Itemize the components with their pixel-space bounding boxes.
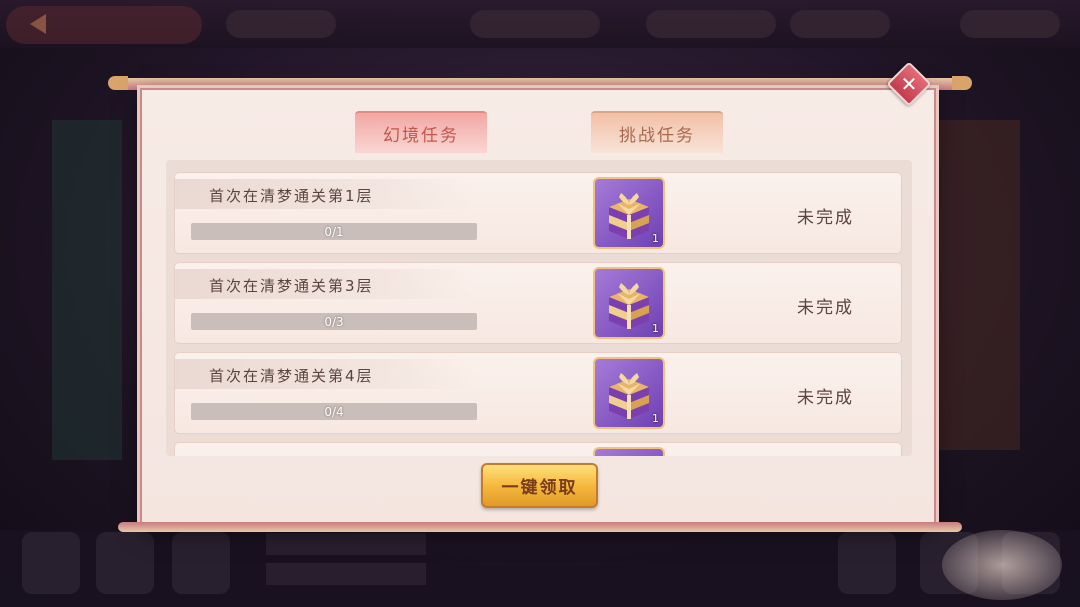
task-status: 未完成 xyxy=(797,298,854,318)
task-title: 首次在清梦通关第1层 xyxy=(209,187,374,205)
background-chip xyxy=(960,10,1060,38)
dialog-bottom-border xyxy=(118,522,962,532)
dialog-corner-ornament xyxy=(108,76,128,90)
background-left-panel xyxy=(52,120,122,460)
background-info-strip xyxy=(266,533,426,555)
flower-ornament xyxy=(942,530,1062,600)
reward-count: 1 xyxy=(652,322,659,335)
task-title: 首次在清梦通关第3层 xyxy=(209,277,374,295)
task-progress-bar: 0/4 xyxy=(191,403,477,420)
tab-challenge-tasks[interactable]: 挑战任务 xyxy=(591,111,723,153)
progress-text: 0/3 xyxy=(324,314,344,329)
task-row: 首次在清梦通关第1层 0/1 1 未完成 xyxy=(174,172,902,254)
background-info-strip xyxy=(266,563,426,585)
task-list[interactable]: 首次在清梦通关第1层 0/1 1 未完成 首次在清梦通关第3层 0/3 1 未完… xyxy=(166,160,912,456)
claim-all-button[interactable]: 一键领取 xyxy=(481,463,598,508)
progress-text: 0/4 xyxy=(324,404,344,419)
task-progress-bar: 0/1 xyxy=(191,223,477,240)
task-row: 首次在清梦通关第4层 0/4 1 未完成 xyxy=(174,352,902,434)
reward-item[interactable]: 1 xyxy=(593,177,665,249)
background-chip xyxy=(470,10,600,38)
close-icon[interactable]: ✕ xyxy=(893,68,925,100)
reward-count: 1 xyxy=(652,412,659,425)
task-title: 首次在清梦通关第4层 xyxy=(209,367,374,385)
background-bottom-bar xyxy=(0,530,1080,607)
reward-count: 1 xyxy=(652,232,659,245)
background-back-arrow-icon xyxy=(30,14,46,34)
reward-item[interactable]: 1 xyxy=(593,357,665,429)
task-status: 未完成 xyxy=(797,388,854,408)
tab-illusion-tasks[interactable]: 幻境任务 xyxy=(355,111,487,153)
gift-box-icon xyxy=(609,373,649,419)
background-menu-icon xyxy=(96,532,154,594)
task-row xyxy=(174,442,902,456)
task-progress-bar: 0/3 xyxy=(191,313,477,330)
background-chip xyxy=(646,10,776,38)
reward-item[interactable]: 1 xyxy=(593,267,665,339)
background-menu-icon xyxy=(22,532,80,594)
background-menu-icon xyxy=(838,532,896,594)
progress-text: 0/1 xyxy=(324,224,344,239)
gift-box-icon xyxy=(609,283,649,329)
dialog-corner-ornament xyxy=(952,76,972,90)
reward-item[interactable] xyxy=(593,447,665,456)
background-chip xyxy=(226,10,336,38)
background-menu-icon xyxy=(172,532,230,594)
background-chip xyxy=(790,10,890,38)
task-row: 首次在清梦通关第3层 0/3 1 未完成 xyxy=(174,262,902,344)
gift-box-icon xyxy=(609,193,649,239)
background-right-panel xyxy=(930,120,1020,450)
task-status: 未完成 xyxy=(797,208,854,228)
